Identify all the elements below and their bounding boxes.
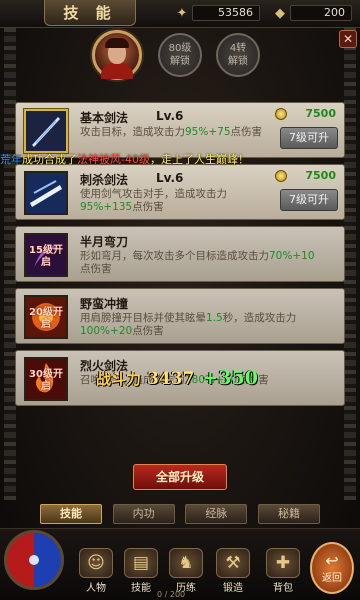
back-button[interactable]: ↩ 返回	[310, 542, 354, 594]
right-chain	[344, 0, 356, 500]
coin-icon	[275, 107, 288, 120]
coin-icon	[275, 169, 288, 182]
skill-name: 刺杀剑法	[80, 173, 129, 187]
skill-list[interactable]: 基本剑法 Lv.6 攻击目标，造成攻击力95%+75点伤害 7500 7级可升 …	[15, 92, 345, 457]
training-icon: ♞	[169, 548, 203, 578]
broadcast-text: 成功合成了	[22, 153, 77, 166]
desc-text: 点伤害	[80, 263, 112, 275]
anvil-icon: ⚒	[216, 548, 250, 578]
lock-slot-2[interactable]: 4转 解锁	[216, 33, 260, 77]
broadcast-player: 荒年	[0, 153, 22, 166]
lock-slot-2-line2: 解锁	[228, 56, 248, 67]
skill-name: 半月弯刀	[80, 235, 129, 249]
desc-value: 95%+75	[185, 126, 231, 138]
unlock-level-badge: 30级开启	[29, 369, 63, 392]
combat-power-delta: +350	[202, 367, 258, 389]
upgrade-button[interactable]: 7级可升	[280, 189, 338, 211]
exp-counter: 0 / 200	[157, 590, 186, 599]
menu-character[interactable]: ☺ 人物	[75, 548, 117, 594]
combat-power-label: 战斗力	[96, 370, 142, 388]
bag-icon: ✚	[266, 548, 300, 578]
skill-card-basic-sword[interactable]: 基本剑法 Lv.6 攻击目标，造成攻击力95%+75点伤害 7500 7级可升	[15, 102, 345, 158]
desc-text: 攻击目标，造成攻击力	[80, 126, 185, 138]
upgrade-all-button[interactable]: 全部升级	[133, 464, 227, 490]
unlock-level-badge: 15级开启	[29, 245, 63, 268]
tab-skills[interactable]: 技能	[40, 504, 102, 524]
stab-skill-icon	[24, 171, 68, 215]
desc-value: 95%+135	[80, 201, 133, 213]
crescent-blade-icon: 15级开启	[24, 233, 68, 277]
coin-bag-icon: ✦	[176, 5, 188, 21]
skill-book-icon: ▤	[124, 548, 158, 578]
system-broadcast: 荒年成功合成了法神披风-40级，走上了人生巅峰！	[0, 151, 360, 167]
skill-desc: 攻击目标，造成攻击力95%+75点伤害	[80, 126, 270, 139]
gold-value: 53586	[192, 5, 260, 21]
lock-slot-1-line1: 80级	[168, 43, 192, 54]
avatar-hair	[105, 38, 129, 48]
lock-slot-1[interactable]: 80级 解锁	[158, 33, 202, 77]
upgrade-cost: 7500	[275, 169, 336, 182]
desc-text: 用肩膀撞开目标并使其眩晕	[80, 312, 206, 324]
unlock-level-badge: 20级开启	[29, 307, 63, 330]
skill-name: 野蛮冲撞	[80, 297, 129, 311]
desc-text: 秒，造成攻击力	[222, 312, 297, 324]
skill-card-assassin-sword[interactable]: 刺杀剑法 Lv.6 使用剑气攻击对手，造成攻击力95%+135点伤害 7500 …	[15, 164, 345, 220]
desc-value: 100%+20	[80, 325, 133, 337]
ingot-value: 200	[290, 5, 352, 21]
skill-desc: 用肩膀撞开目标并使其眩晕1.5秒，造成攻击力 100%+20点伤害	[80, 312, 320, 338]
lock-slot-1-line2: 解锁	[170, 56, 190, 67]
cost-value: 7500	[305, 107, 336, 120]
character-icon: ☺	[79, 548, 113, 578]
menu-label: 锻造	[223, 583, 243, 594]
menu-bag[interactable]: ✚ 背包	[262, 548, 304, 594]
desc-text: 点伤害	[230, 126, 263, 138]
skill-tabs: 技能 内功 经脉 秘籍	[40, 504, 320, 524]
tab-inner-power[interactable]: 内功	[112, 504, 175, 524]
combat-power-value: 3437	[147, 369, 195, 389]
lock-slot-2-line1: 4转	[229, 43, 247, 54]
gold-counter: ✦ 53586	[172, 4, 260, 22]
upgrade-cost: 7500	[275, 107, 336, 120]
title-plate: 技 能	[44, 0, 136, 26]
skill-level: Lv.6	[156, 171, 184, 185]
ingot-counter: ◆ 200	[270, 4, 352, 22]
back-label: 返回	[322, 572, 342, 584]
skill-card-half-moon[interactable]: 15级开启 半月弯刀 形如弯月，每次攻击多个目标造成攻击力70%+10 点伤害	[15, 226, 345, 282]
upgrade-button[interactable]: 7级可升	[280, 127, 338, 149]
flame-skill-icon: 30级开启	[24, 357, 68, 401]
avatar-robe	[101, 63, 133, 79]
menu-forge[interactable]: ⚒ 锻造	[212, 548, 254, 594]
menu-label: 技能	[131, 583, 151, 594]
skill-name: 基本剑法	[80, 111, 129, 125]
desc-value: 70%+10	[269, 250, 315, 262]
menu-skills[interactable]: ▤ 技能	[120, 548, 162, 594]
desc-text: 形如弯月，每次攻击多个目标造成攻击力	[80, 250, 269, 262]
taiji-orb-icon[interactable]	[4, 530, 64, 590]
close-button[interactable]: ✕	[339, 30, 357, 48]
page-title: 技 能	[63, 4, 117, 22]
desc-text: 点伤害	[132, 325, 164, 337]
back-arrow-icon: ↩	[325, 550, 339, 570]
broadcast-item: 法神披风-40级	[77, 153, 150, 166]
cost-value: 7500	[305, 169, 336, 182]
skill-desc: 使用剑气攻击对手，造成攻击力95%+135点伤害	[80, 188, 270, 214]
avatar[interactable]	[92, 30, 142, 80]
desc-value: 1.5	[206, 312, 223, 324]
top-bar: 技 能 ✦ 53586 ◆ 200	[0, 0, 360, 28]
skill-desc: 形如弯月，每次攻击多个目标造成攻击力70%+10 点伤害	[80, 250, 320, 276]
desc-text: 使用剑气攻击对手，造成攻击力	[80, 188, 227, 200]
broadcast-text: ，走上了人生巅峰！	[149, 153, 249, 166]
desc-text: 点伤害	[132, 201, 164, 213]
skill-card-charge[interactable]: 20级开启 野蛮冲撞 用肩膀撞开目标并使其眩晕1.5秒，造成攻击力 100%+20…	[15, 288, 345, 344]
tab-meridians[interactable]: 经脉	[185, 504, 248, 524]
sword-skill-icon	[24, 109, 68, 153]
charge-skill-icon: 20级开启	[24, 295, 68, 339]
tab-secret-books[interactable]: 秘籍	[257, 504, 320, 524]
menu-training[interactable]: ♞ 历练	[165, 548, 207, 594]
skill-level: Lv.6	[156, 109, 184, 123]
ingot-icon: ◆	[275, 5, 285, 21]
menu-label: 背包	[273, 583, 293, 594]
combat-power-popup: 战斗力 3437 +350	[96, 367, 258, 389]
menu-label: 人物	[86, 583, 106, 594]
